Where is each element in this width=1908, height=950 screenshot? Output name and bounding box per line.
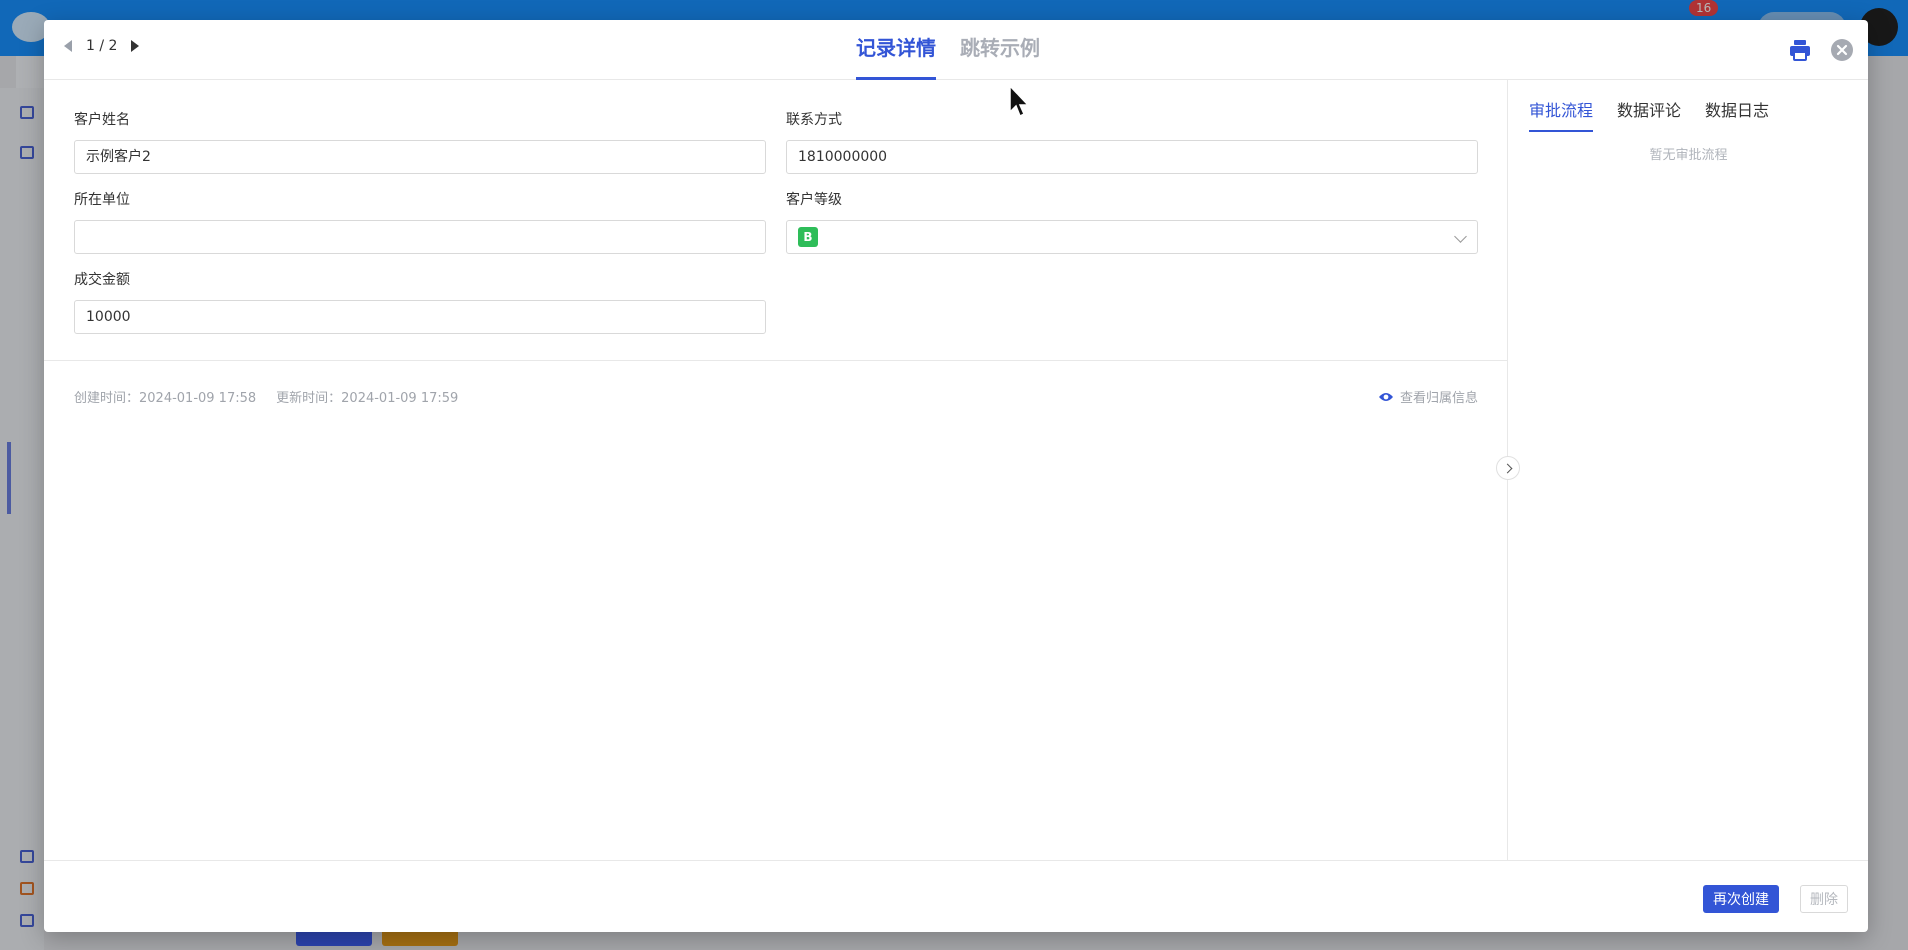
tab-jump-example[interactable]: 跳转示例 [960,20,1040,80]
prev-arrow-icon[interactable] [64,40,72,52]
grade-tag: B [798,227,818,247]
updated-time: 更新时间：2024-01-09 17:59 [276,391,459,406]
view-owner-label: 查看归属信息 [1399,391,1478,406]
field-deal-amount: 成交金额 10000 [74,270,766,334]
timestamps: 创建时间：2024-01-09 17:58 更新时间：2024-01-09 17… [74,387,458,406]
side-panel: 审批流程 数据评论 数据日志 暂无审批流程 [1509,80,1868,861]
record-meta: 创建时间：2024-01-09 17:58 更新时间：2024-01-09 17… [44,360,1508,430]
field-customer-name: 客户姓名 示例客户2 [74,110,766,174]
chevron-down-icon [1454,230,1467,243]
pager-text: 1 / 2 [86,38,118,54]
field-label: 客户姓名 [74,112,130,128]
side-tabs: 审批流程 数据评论 数据日志 [1529,96,1769,132]
delete-button[interactable]: 删除 [1800,885,1848,913]
tab-data-comments[interactable]: 数据评论 [1617,96,1681,132]
customer-grade-select[interactable]: B [786,220,1478,254]
eye-icon [1378,392,1393,401]
contact-input[interactable]: 1810000000 [786,140,1478,174]
empty-approval-text: 暂无审批流程 [1649,148,1728,163]
field-contact: 联系方式 1810000000 [786,110,1478,174]
next-arrow-icon[interactable] [131,40,140,52]
field-customer-grade: 客户等级 B [786,190,1478,254]
modal-footer: 再次创建 删除 [44,860,1868,932]
record-detail-modal: 1 / 2 记录详情 跳转示例 客户姓名 示例客户2 联系方式 18100000… [44,20,1868,932]
field-label: 联系方式 [786,112,842,128]
view-owner-link[interactable]: 查看归属信息 [1378,387,1478,406]
tab-approval-flow[interactable]: 审批流程 [1529,96,1594,132]
field-label: 所在单位 [74,192,130,208]
close-icon[interactable] [1830,38,1854,62]
field-company: 所在单位 [74,190,766,254]
record-form: 客户姓名 示例客户2 联系方式 1810000000 所在单位 客户等级 B 成… [44,80,1508,861]
record-pager: 1 / 2 [64,38,140,54]
company-input[interactable] [74,220,766,254]
customer-name-input[interactable]: 示例客户2 [74,140,766,174]
deal-amount-input[interactable]: 10000 [74,300,766,334]
tab-record-detail[interactable]: 记录详情 [856,20,936,80]
field-label: 客户等级 [786,192,842,208]
print-icon[interactable] [1788,38,1812,62]
header-tabs: 记录详情 跳转示例 [856,20,1040,80]
modal-header: 1 / 2 记录详情 跳转示例 [44,20,1868,80]
created-time: 创建时间：2024-01-09 17:58 [74,391,257,406]
field-label: 成交金额 [74,272,130,288]
recreate-button[interactable]: 再次创建 [1703,885,1779,913]
tab-data-log[interactable]: 数据日志 [1705,96,1769,132]
